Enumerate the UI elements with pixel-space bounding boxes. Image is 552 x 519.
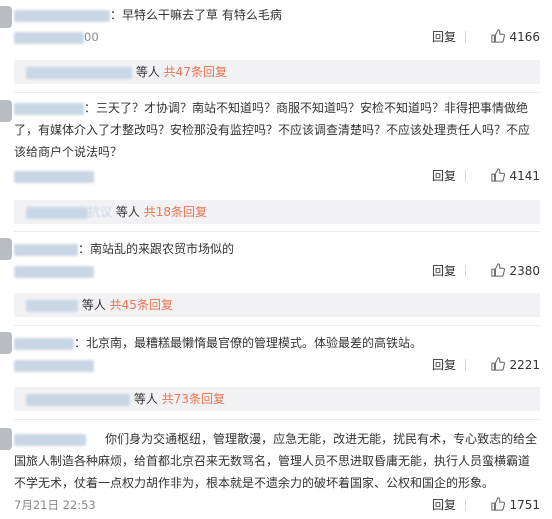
avatar[interactable]	[0, 238, 12, 260]
divider	[465, 170, 466, 182]
sub-reply-users[interactable]	[26, 206, 88, 219]
comment-meta: 7月21日 22:53 回复 1751	[14, 496, 540, 514]
thumbs-up-icon	[491, 263, 506, 277]
username[interactable]	[14, 243, 78, 256]
like-count: 1751	[509, 498, 540, 512]
divider	[465, 359, 466, 371]
thumbs-up-icon	[491, 168, 506, 182]
like-button[interactable]: 4166	[491, 28, 540, 46]
comment-text: ：北京南，最糟糕最懒惰最官僚的管理模式。体验最差的高铁站。	[14, 332, 540, 354]
reply-button[interactable]: 回复	[432, 356, 456, 374]
sub-replies: 等人 共47条回复	[14, 60, 540, 84]
reply-button[interactable]: 回复	[432, 496, 456, 514]
sub-reply-users[interactable]	[26, 66, 132, 79]
reply-button[interactable]: 回复	[432, 28, 456, 46]
sub-reply-users[interactable]	[26, 299, 78, 312]
like-count: 4141	[509, 169, 540, 183]
reply-button[interactable]: 回复	[432, 262, 456, 280]
thumbs-up-icon	[491, 29, 506, 43]
avatar[interactable]	[0, 100, 12, 122]
username[interactable]	[14, 9, 110, 22]
timestamp	[14, 262, 94, 280]
avatar[interactable]	[0, 332, 12, 354]
comment-meta: 回复 2221	[14, 356, 540, 374]
more-replies-link[interactable]: 共45条回复	[110, 298, 173, 312]
more-replies-link[interactable]: 共47条回复	[164, 65, 227, 79]
row-separator	[14, 231, 540, 232]
username[interactable]	[14, 337, 74, 350]
comment-text: 你们身为交通枢纽，管理散漫，应急无能，改进无能，扰民有术，专心致志的给全国旅人制…	[14, 432, 538, 490]
row-separator	[14, 92, 540, 93]
thumbs-up-icon	[491, 357, 506, 371]
comment-text: ：早特么干嘛去了草 有特么毛病	[14, 4, 540, 26]
divider	[465, 31, 466, 43]
divider	[465, 265, 466, 277]
like-button[interactable]: 2221	[491, 356, 540, 374]
sub-replies: 等人 共73条回复	[14, 387, 540, 411]
comment-text: ：三天了？才协调？南站不知道吗？商服不知道吗？安检不知道吗？非得把事情做绝了，有…	[14, 101, 531, 159]
comment-meta: 回复 4141	[14, 167, 540, 185]
divider	[465, 499, 466, 511]
timestamp	[14, 356, 94, 374]
like-count: 2380	[509, 264, 540, 278]
timestamp	[14, 167, 94, 185]
avatar[interactable]	[0, 428, 12, 450]
sub-replies: 等人 共45条回复	[14, 293, 540, 317]
like-button[interactable]: 2380	[491, 262, 540, 280]
timestamp: 7月21日 22:53	[14, 498, 96, 512]
row-separator	[14, 419, 540, 420]
timestamp: 00	[14, 28, 99, 46]
like-button[interactable]: 1751	[491, 496, 540, 514]
username[interactable]	[14, 102, 84, 115]
comment-text: ：南站乱的来跟农贸市场似的	[14, 238, 540, 260]
sub-reply-users[interactable]	[26, 393, 130, 406]
comment-meta: 回复 2380	[14, 262, 540, 280]
row-separator	[14, 325, 540, 326]
like-button[interactable]: 4141	[491, 167, 540, 185]
like-count: 4166	[509, 30, 540, 44]
more-replies-link[interactable]: 共73条回复	[162, 392, 225, 406]
reply-button[interactable]: 回复	[432, 167, 456, 185]
avatar[interactable]	[0, 6, 12, 28]
comment-meta: 00 回复 4166	[14, 28, 540, 46]
sub-replies: 抗议 等人 共18条回复	[14, 200, 540, 224]
username[interactable]	[14, 433, 86, 446]
like-count: 2221	[509, 358, 540, 372]
thumbs-up-icon	[491, 497, 506, 511]
more-replies-link[interactable]: 共18条回复	[144, 205, 207, 219]
